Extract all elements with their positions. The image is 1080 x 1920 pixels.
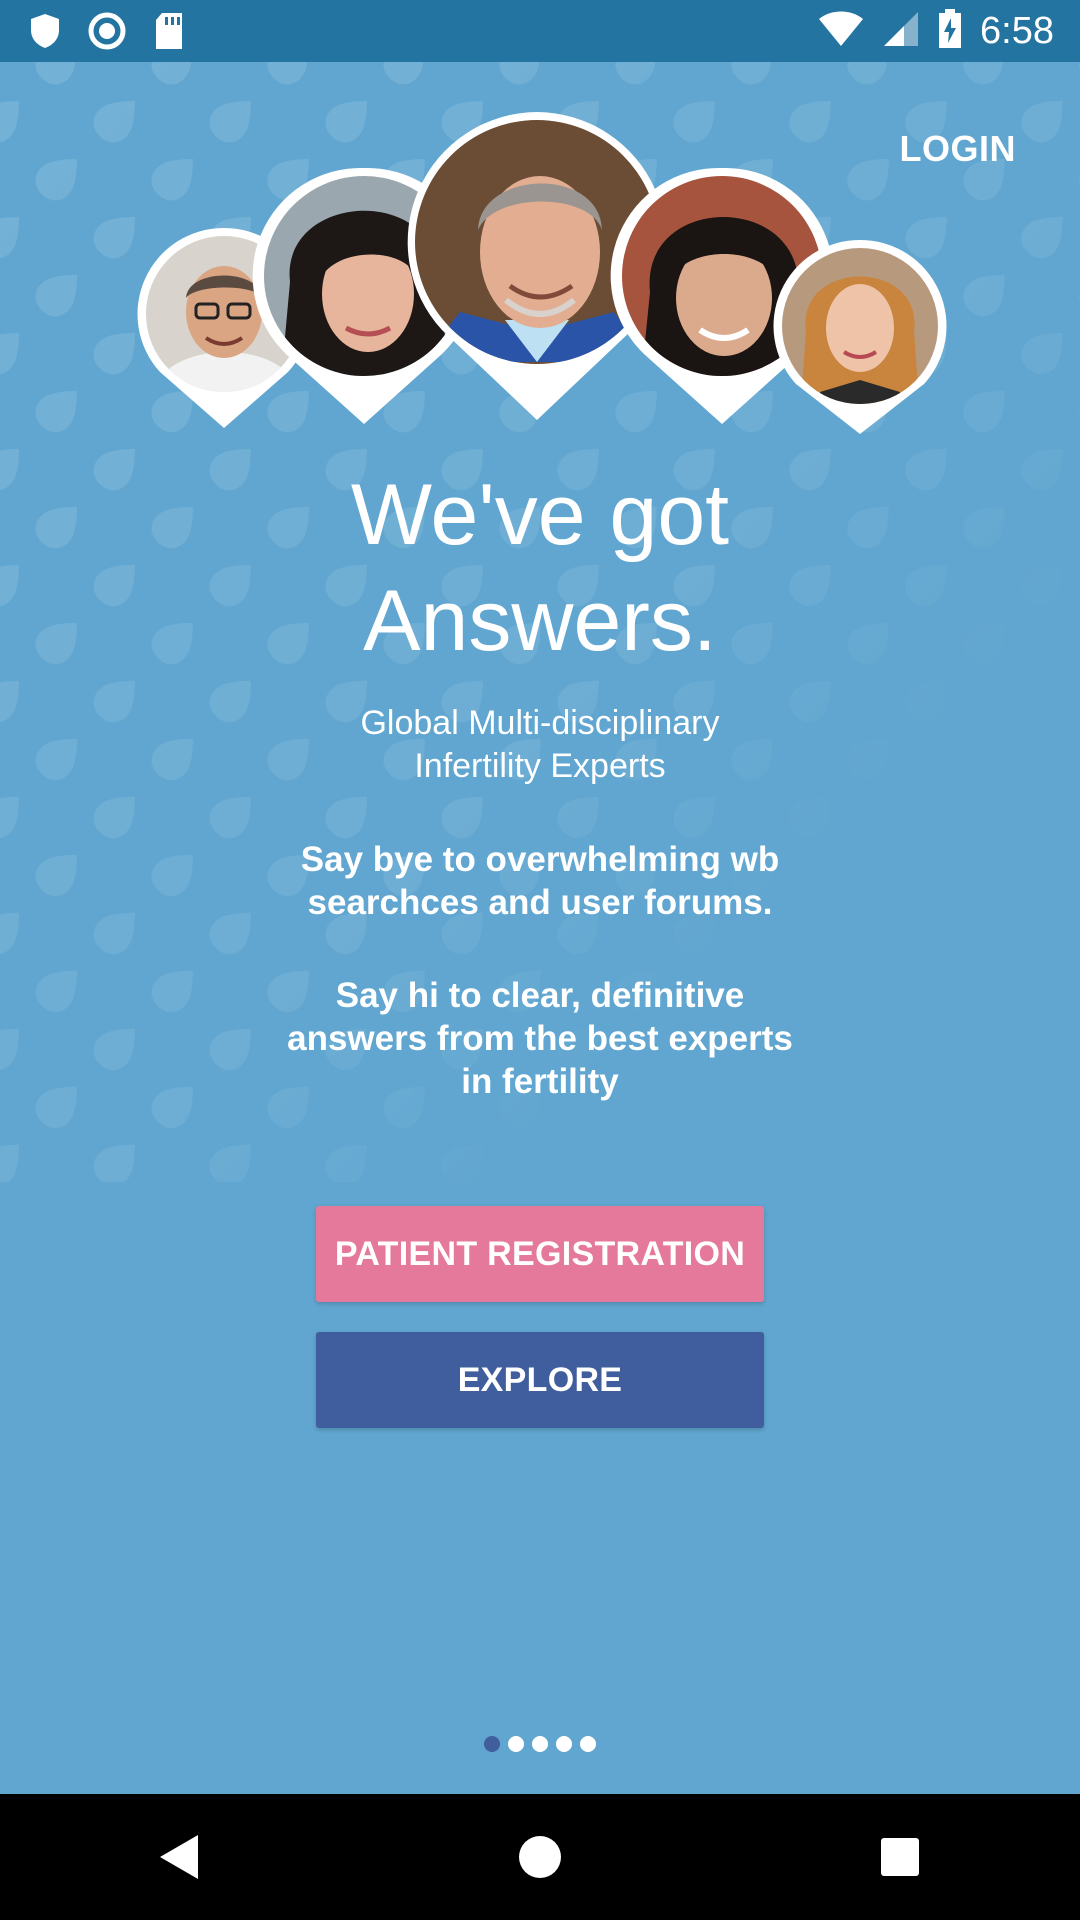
expert-avatar-5 [773,239,947,434]
page-dot-1[interactable] [484,1736,500,1752]
message-bye-line-1: Say bye to overwhelming wb [300,840,780,879]
page-dot-2[interactable] [508,1736,524,1752]
message-bye-line-2: searchces and user forums. [307,883,773,922]
page-dot-5[interactable] [580,1736,596,1752]
status-bar: 6:58 [0,0,1080,62]
headline-line-2: Answers. [363,573,717,669]
subtitle-line-2: Infertility Experts [414,747,666,785]
battery-charging-icon [938,8,962,54]
message-bye: Say bye to overwhelming wb searchces and… [0,838,1080,924]
cellular-signal-icon [882,10,920,53]
sync-icon [88,12,126,50]
shield-icon [26,12,64,50]
expert-avatars [137,112,947,434]
page-indicator [0,1736,1080,1752]
home-icon[interactable] [500,1817,580,1897]
navigation-bar [0,1794,1080,1920]
message-hi-line-2: answers from the best experts [287,1019,793,1058]
headline-line-1: We've got [350,467,730,563]
back-icon[interactable] [140,1817,220,1897]
subtitle-line-1: Global Multi-disciplinary [360,704,720,742]
headline: We've got Answers. [0,462,1080,674]
message-hi: Say hi to clear, definitive answers from… [0,974,1080,1103]
page-dot-4[interactable] [556,1736,572,1752]
explore-button[interactable]: EXPLORE [316,1332,764,1428]
subtitle: Global Multi-disciplinary Infertility Ex… [0,702,1080,788]
wifi-icon [818,10,864,53]
patient-registration-button[interactable]: PATIENT REGISTRATION [316,1206,764,1302]
message-hi-line-3: in fertility [461,1062,619,1101]
message-hi-line-1: Say hi to clear, definitive [335,976,745,1015]
sd-card-icon [150,12,188,50]
clock-time: 6:58 [980,9,1054,52]
recents-icon[interactable] [860,1817,940,1897]
page-dot-3[interactable] [532,1736,548,1752]
onboarding-screen: LOGIN We've got Answers. Global Multi-di… [0,62,1080,1794]
